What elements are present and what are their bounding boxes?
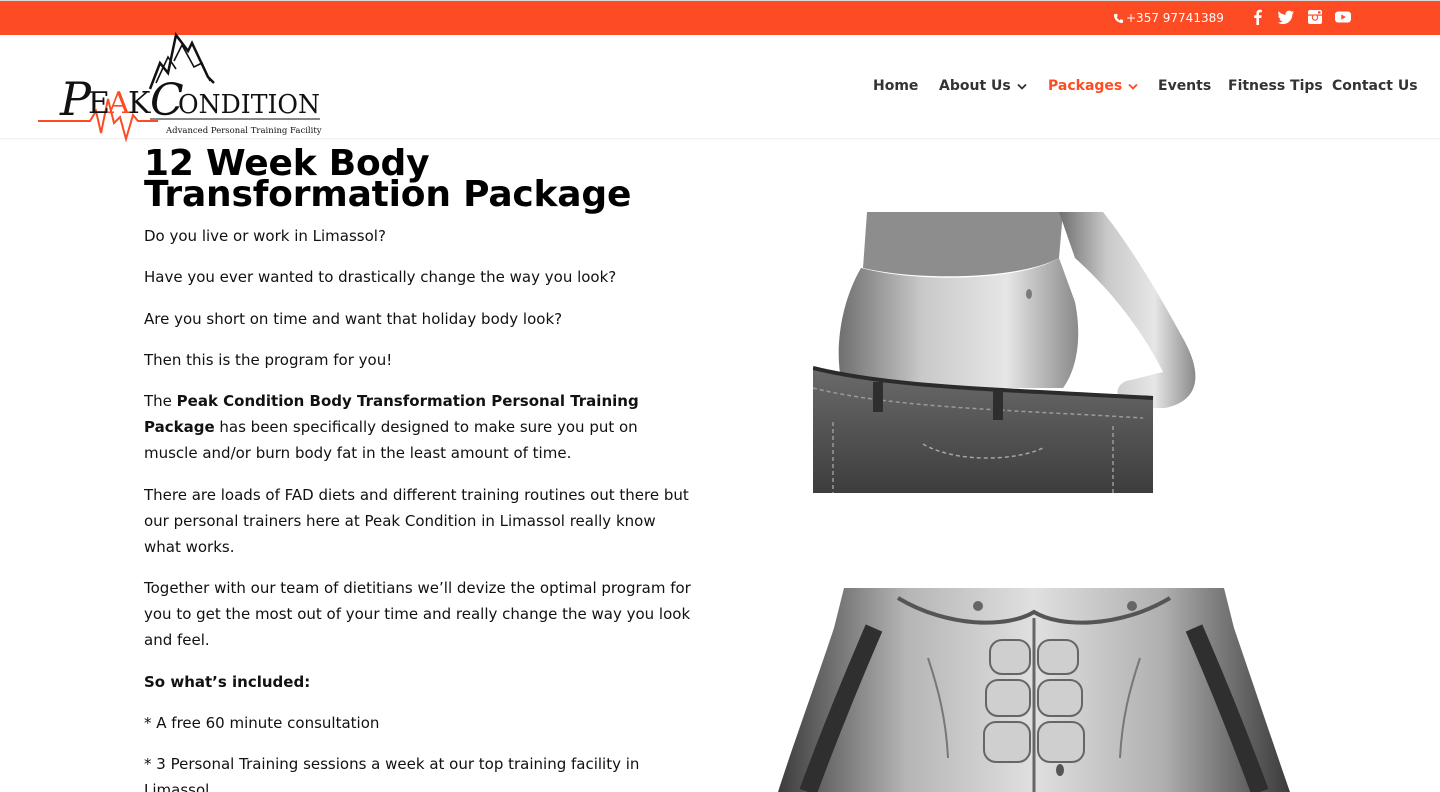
nav-packages-label: Packages: [1048, 78, 1123, 94]
nav-contact-us-label: Contact Us: [1332, 78, 1418, 94]
included-heading: So what’s included:: [144, 673, 311, 691]
trainers-paragraph: There are loads of FAD diets and differe…: [144, 486, 689, 556]
nav-home[interactable]: Home: [873, 78, 918, 94]
nav-events[interactable]: Events: [1158, 78, 1211, 94]
site-header: P E A K C ONDITION Advanced Personal Tra…: [0, 32, 1440, 143]
nav-about-us-label: About Us: [939, 78, 1011, 94]
youtube-icon[interactable]: [1334, 8, 1352, 26]
chevron-down-icon: [1128, 83, 1138, 90]
dietitians-paragraph: Together with our team of dietitians we’…: [144, 579, 691, 649]
nav-events-label: Events: [1158, 78, 1212, 94]
nav-about-us[interactable]: About Us: [939, 78, 1027, 94]
svg-text:Advanced Personal Training Fac: Advanced Personal Training Facility: [165, 126, 322, 136]
intro-question-1: Do you live or work in Limassol?: [144, 227, 386, 245]
weight-loss-image: [813, 212, 1205, 493]
nav-fitness-tips[interactable]: Fitness Tips: [1228, 78, 1323, 94]
phone-number[interactable]: +357 97741389: [1113, 11, 1224, 25]
package-description-pre: The: [144, 392, 177, 410]
phone-icon: [1113, 13, 1124, 23]
facebook-icon[interactable]: [1249, 8, 1267, 26]
included-item-consultation: * A free 60 minute consultation: [144, 714, 380, 732]
included-item-sessions: * 3 Personal Training sessions a week at…: [144, 755, 640, 792]
phone-label: +357 97741389: [1126, 11, 1224, 25]
svg-text:A: A: [107, 86, 130, 121]
nav-fitness-tips-label: Fitness Tips: [1228, 78, 1323, 94]
package-description: The Peak Condition Body Transformation P…: [144, 388, 694, 466]
intro-question-2: Have you ever wanted to drastically chan…: [144, 268, 617, 286]
nav-contact-us[interactable]: Contact Us: [1332, 78, 1418, 94]
twitter-icon[interactable]: [1277, 8, 1295, 26]
intro-question-3: Are you short on time and want that holi…: [144, 310, 563, 328]
muscular-torso-image: [778, 588, 1290, 792]
svg-text:E: E: [88, 86, 110, 121]
package-description-post: has been specifically designed to make s…: [144, 418, 638, 462]
nav-home-label: Home: [873, 78, 919, 94]
svg-text:ONDITION: ONDITION: [178, 90, 320, 120]
nav-packages[interactable]: Packages: [1048, 78, 1138, 94]
site-logo[interactable]: P E A K C ONDITION Advanced Personal Tra…: [38, 23, 322, 155]
chevron-down-icon: [1017, 83, 1027, 90]
instagram-icon[interactable]: [1306, 8, 1324, 26]
svg-text:K: K: [128, 86, 151, 121]
intro-statement: Then this is the program for you!: [144, 351, 393, 369]
page-title: 12 Week Body Transformation Package: [144, 143, 632, 215]
